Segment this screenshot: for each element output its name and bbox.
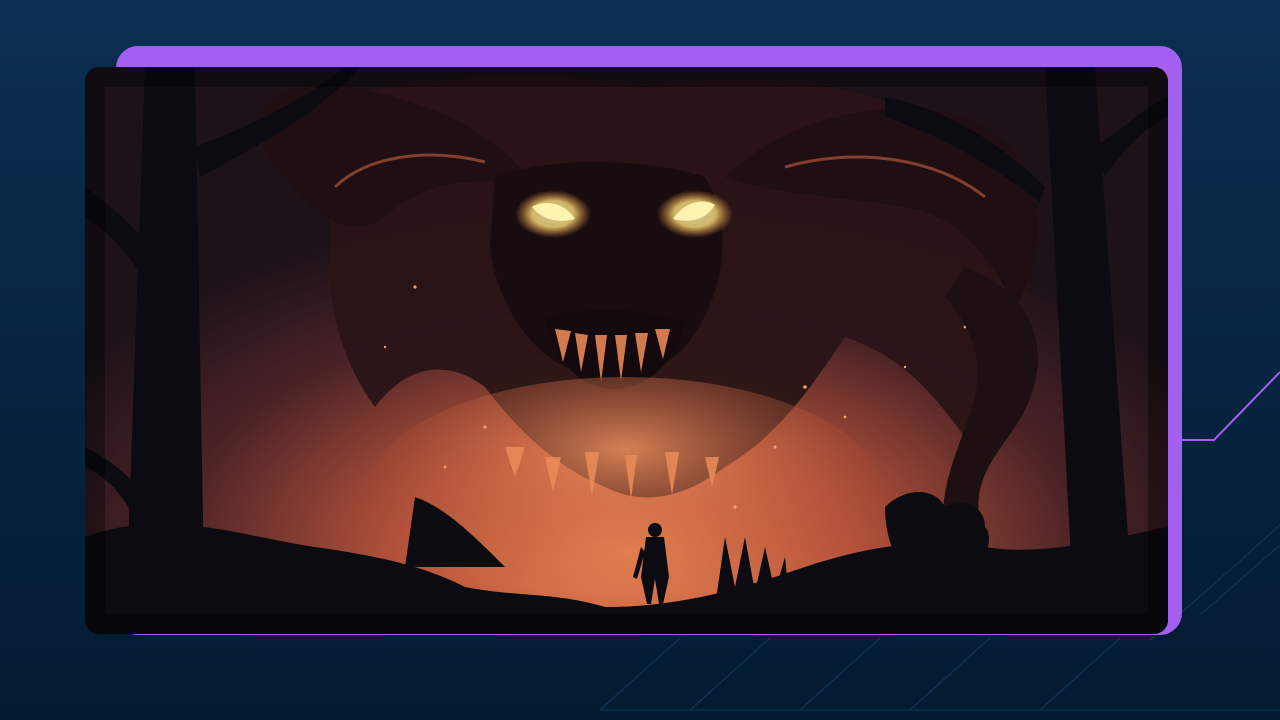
hero-artwork [85,67,1168,634]
